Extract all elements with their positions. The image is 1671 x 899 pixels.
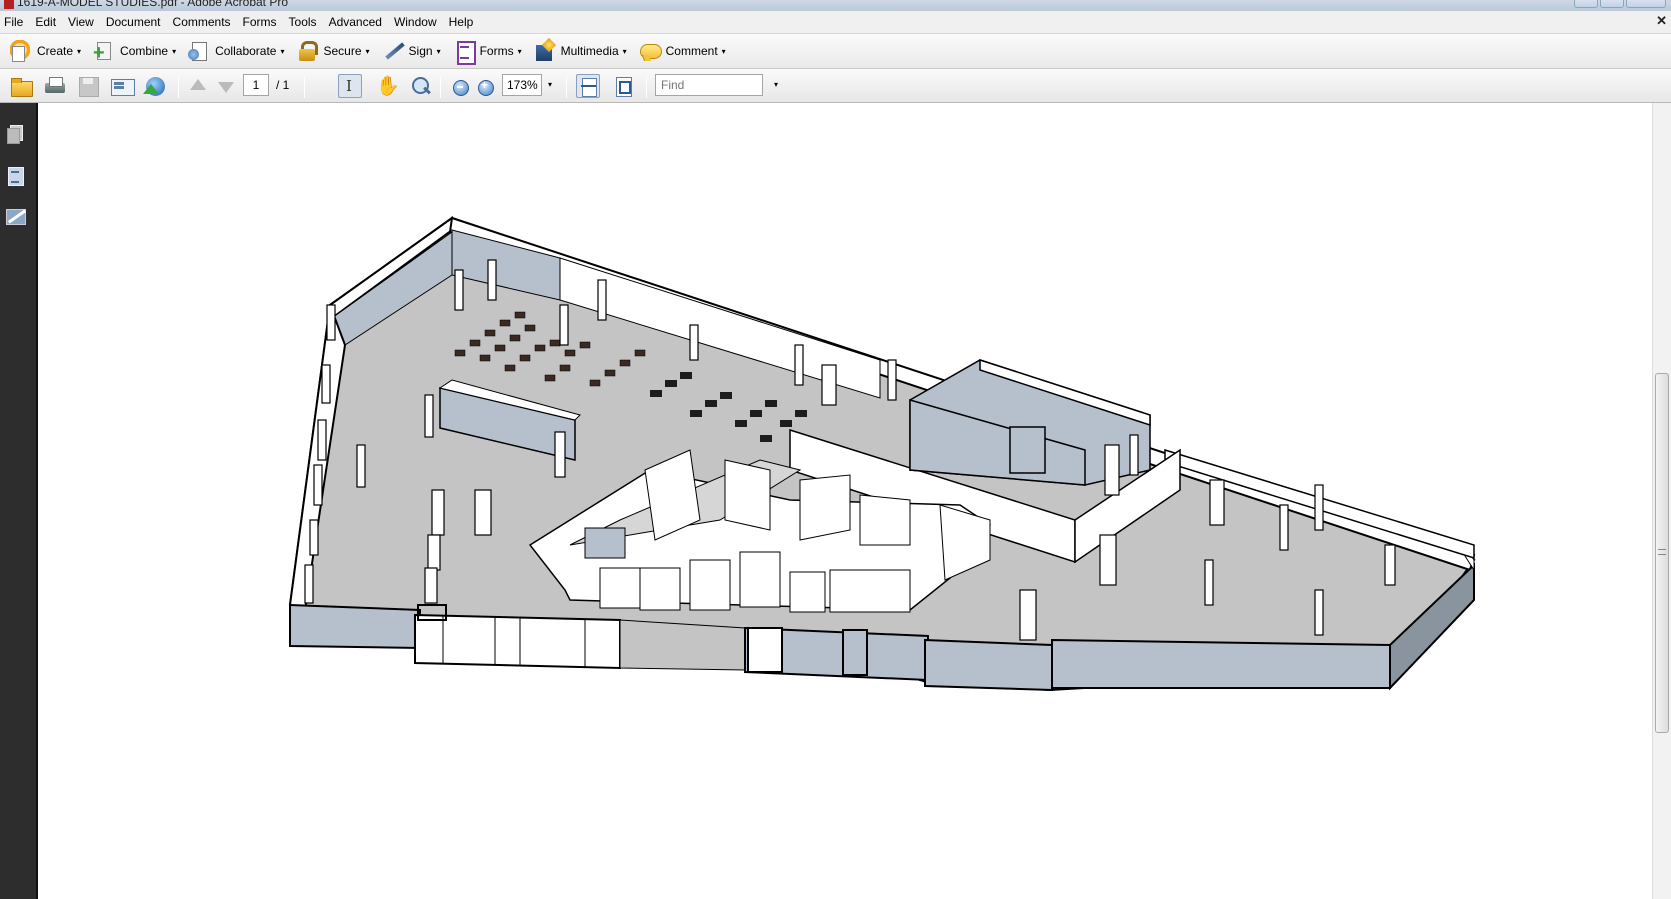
zoom-level-input[interactable] <box>502 74 542 96</box>
window-title: 1619-A-MODEL STUDIES.pdf - Adobe Acrobat… <box>17 0 289 9</box>
menu-file[interactable]: File <box>0 11 29 33</box>
toolbar-separator <box>178 76 179 98</box>
pen-icon <box>382 40 404 62</box>
previous-page-icon[interactable] <box>186 74 210 98</box>
scrollbar-grip-icon <box>1658 549 1666 555</box>
task-toolbar: Create ▾ Combine ▾ Collaborate ▾ Secure … <box>0 33 1671 69</box>
forms-label: Forms <box>479 44 514 58</box>
combine-button[interactable]: Combine ▾ <box>89 37 182 65</box>
pages-icon[interactable] <box>6 123 26 145</box>
chevron-down-icon: ▾ <box>721 46 726 56</box>
email-icon[interactable] <box>110 74 135 98</box>
open-folder-icon[interactable] <box>9 74 33 98</box>
create-button[interactable]: Create ▾ <box>6 37 87 65</box>
multimedia-button[interactable]: Multimedia ▾ <box>530 37 633 65</box>
acrobat-app-icon <box>4 0 14 9</box>
save-icon[interactable] <box>76 74 100 98</box>
menu-tools[interactable]: Tools <box>283 11 323 33</box>
vertical-scrollbar[interactable] <box>1652 103 1671 899</box>
comment-button[interactable]: Comment ▾ <box>635 37 732 65</box>
multimedia-icon <box>534 40 556 62</box>
floor-plan-model <box>288 216 1476 692</box>
menu-bar: File Edit View Document Comments Forms T… <box>0 11 1671 33</box>
next-page-icon[interactable] <box>214 74 238 98</box>
chevron-down-icon: ▾ <box>436 46 441 56</box>
menu-help[interactable]: Help <box>443 11 480 33</box>
chevron-down-icon: ▾ <box>517 46 522 56</box>
chevron-down-icon: ▾ <box>77 46 82 56</box>
minimize-button[interactable] <box>1574 0 1598 8</box>
multimedia-label: Multimedia <box>560 44 619 58</box>
chevron-down-icon: ▾ <box>365 46 370 56</box>
find-dropdown-icon[interactable]: ▾ <box>774 80 778 89</box>
chevron-down-icon: ▾ <box>280 46 285 56</box>
document-close-icon[interactable]: ✕ <box>1656 13 1667 29</box>
front-wall-right <box>1051 638 1391 689</box>
menu-comments[interactable]: Comments <box>167 11 237 33</box>
front-wall-left <box>289 603 421 650</box>
title-bar: 1619-A-MODEL STUDIES.pdf - Adobe Acrobat… <box>0 0 1671 11</box>
navigation-pane <box>0 103 38 899</box>
menu-window[interactable]: Window <box>388 11 443 33</box>
maximize-button[interactable] <box>1600 0 1624 8</box>
menu-advanced[interactable]: Advanced <box>323 11 388 33</box>
sign-label: Sign <box>408 44 433 58</box>
menu-forms[interactable]: Forms <box>237 11 283 33</box>
secure-label: Secure <box>323 44 362 58</box>
web-upload-icon[interactable] <box>143 74 167 98</box>
zoom-dropdown-icon[interactable]: ▾ <box>548 80 552 89</box>
chevron-down-icon: ▾ <box>172 46 177 56</box>
menu-document[interactable]: Document <box>100 11 167 33</box>
create-pdf-icon <box>10 40 32 62</box>
collaborate-label: Collaborate <box>215 44 277 58</box>
lock-icon <box>296 40 319 62</box>
speech-bubble-icon <box>639 40 662 62</box>
bookmarks-icon[interactable] <box>6 165 26 187</box>
combine-files-icon <box>93 40 115 62</box>
forms-button[interactable]: Forms ▾ <box>449 37 528 65</box>
document-view[interactable] <box>40 103 1652 899</box>
comment-label: Comment <box>665 44 718 58</box>
chevron-down-icon: ▾ <box>622 46 627 56</box>
collaborate-icon <box>188 40 210 62</box>
create-label: Create <box>37 44 74 58</box>
combine-label: Combine <box>120 44 169 58</box>
window-close-button[interactable] <box>1626 0 1666 8</box>
sign-button[interactable]: Sign ▾ <box>378 37 447 65</box>
find-input[interactable] <box>655 74 763 96</box>
secure-button[interactable]: Secure ▾ <box>292 37 375 65</box>
page-total: / 1 <box>276 78 290 92</box>
page-number-input[interactable] <box>243 74 269 96</box>
menu-view[interactable]: View <box>62 11 100 33</box>
menu-edit[interactable]: Edit <box>29 11 62 33</box>
collaborate-button[interactable]: Collaborate ▾ <box>184 37 290 65</box>
form-icon <box>453 40 476 65</box>
signatures-icon[interactable] <box>6 206 26 228</box>
print-icon[interactable] <box>43 74 67 98</box>
